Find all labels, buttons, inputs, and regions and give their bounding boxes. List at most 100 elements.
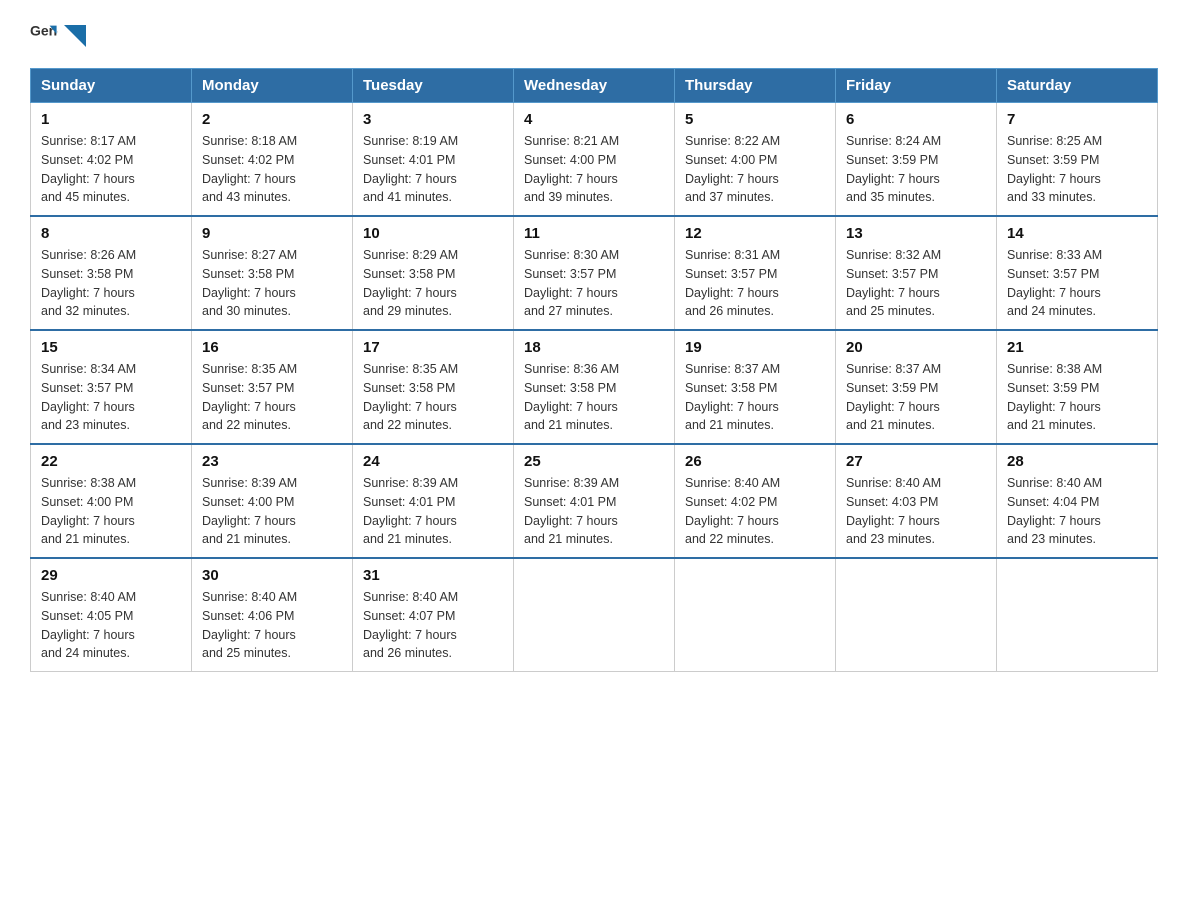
day-number: 14: [1007, 225, 1147, 242]
day-info: Sunrise: 8:22 AM Sunset: 4:00 PM Dayligh…: [685, 132, 825, 207]
col-thursday: Thursday: [675, 69, 836, 103]
calendar-cell: [836, 558, 997, 672]
day-info: Sunrise: 8:39 AM Sunset: 4:01 PM Dayligh…: [363, 474, 503, 549]
calendar-cell: 17 Sunrise: 8:35 AM Sunset: 3:58 PM Dayl…: [353, 330, 514, 444]
week-row-5: 29 Sunrise: 8:40 AM Sunset: 4:05 PM Dayl…: [31, 558, 1158, 672]
day-number: 4: [524, 111, 664, 128]
day-number: 7: [1007, 111, 1147, 128]
day-info: Sunrise: 8:38 AM Sunset: 3:59 PM Dayligh…: [1007, 360, 1147, 435]
day-number: 2: [202, 111, 342, 128]
day-number: 1: [41, 111, 181, 128]
week-row-1: 1 Sunrise: 8:17 AM Sunset: 4:02 PM Dayli…: [31, 103, 1158, 217]
calendar-cell: 16 Sunrise: 8:35 AM Sunset: 3:57 PM Dayl…: [192, 330, 353, 444]
logo-icon: General: [30, 20, 58, 48]
day-info: Sunrise: 8:26 AM Sunset: 3:58 PM Dayligh…: [41, 246, 181, 321]
col-saturday: Saturday: [997, 69, 1158, 103]
day-number: 23: [202, 453, 342, 470]
day-number: 10: [363, 225, 503, 242]
week-row-4: 22 Sunrise: 8:38 AM Sunset: 4:00 PM Dayl…: [31, 444, 1158, 558]
day-number: 18: [524, 339, 664, 356]
calendar-cell: [997, 558, 1158, 672]
logo-triangle: [64, 25, 86, 47]
calendar-cell: 1 Sunrise: 8:17 AM Sunset: 4:02 PM Dayli…: [31, 103, 192, 217]
day-info: Sunrise: 8:40 AM Sunset: 4:07 PM Dayligh…: [363, 588, 503, 663]
calendar-cell: 9 Sunrise: 8:27 AM Sunset: 3:58 PM Dayli…: [192, 216, 353, 330]
calendar-cell: 23 Sunrise: 8:39 AM Sunset: 4:00 PM Dayl…: [192, 444, 353, 558]
day-number: 16: [202, 339, 342, 356]
calendar-cell: 14 Sunrise: 8:33 AM Sunset: 3:57 PM Dayl…: [997, 216, 1158, 330]
calendar-table: Sunday Monday Tuesday Wednesday Thursday…: [30, 68, 1158, 672]
calendar-cell: 22 Sunrise: 8:38 AM Sunset: 4:00 PM Dayl…: [31, 444, 192, 558]
day-info: Sunrise: 8:34 AM Sunset: 3:57 PM Dayligh…: [41, 360, 181, 435]
day-info: Sunrise: 8:31 AM Sunset: 3:57 PM Dayligh…: [685, 246, 825, 321]
day-number: 30: [202, 567, 342, 584]
day-number: 13: [846, 225, 986, 242]
col-monday: Monday: [192, 69, 353, 103]
day-number: 21: [1007, 339, 1147, 356]
calendar-cell: 6 Sunrise: 8:24 AM Sunset: 3:59 PM Dayli…: [836, 103, 997, 217]
day-number: 29: [41, 567, 181, 584]
day-number: 8: [41, 225, 181, 242]
calendar-cell: 12 Sunrise: 8:31 AM Sunset: 3:57 PM Dayl…: [675, 216, 836, 330]
day-info: Sunrise: 8:35 AM Sunset: 3:58 PM Dayligh…: [363, 360, 503, 435]
day-number: 6: [846, 111, 986, 128]
day-info: Sunrise: 8:39 AM Sunset: 4:00 PM Dayligh…: [202, 474, 342, 549]
calendar-cell: 15 Sunrise: 8:34 AM Sunset: 3:57 PM Dayl…: [31, 330, 192, 444]
day-number: 11: [524, 225, 664, 242]
day-info: Sunrise: 8:40 AM Sunset: 4:05 PM Dayligh…: [41, 588, 181, 663]
day-number: 3: [363, 111, 503, 128]
day-info: Sunrise: 8:17 AM Sunset: 4:02 PM Dayligh…: [41, 132, 181, 207]
page-header: General: [30, 20, 1158, 48]
day-number: 20: [846, 339, 986, 356]
day-number: 26: [685, 453, 825, 470]
day-info: Sunrise: 8:38 AM Sunset: 4:00 PM Dayligh…: [41, 474, 181, 549]
day-number: 15: [41, 339, 181, 356]
calendar-cell: 30 Sunrise: 8:40 AM Sunset: 4:06 PM Dayl…: [192, 558, 353, 672]
day-number: 24: [363, 453, 503, 470]
day-info: Sunrise: 8:37 AM Sunset: 3:58 PM Dayligh…: [685, 360, 825, 435]
day-number: 25: [524, 453, 664, 470]
calendar-cell: 13 Sunrise: 8:32 AM Sunset: 3:57 PM Dayl…: [836, 216, 997, 330]
calendar-cell: 26 Sunrise: 8:40 AM Sunset: 4:02 PM Dayl…: [675, 444, 836, 558]
calendar-cell: 28 Sunrise: 8:40 AM Sunset: 4:04 PM Dayl…: [997, 444, 1158, 558]
calendar-cell: 5 Sunrise: 8:22 AM Sunset: 4:00 PM Dayli…: [675, 103, 836, 217]
calendar-cell: 2 Sunrise: 8:18 AM Sunset: 4:02 PM Dayli…: [192, 103, 353, 217]
day-info: Sunrise: 8:25 AM Sunset: 3:59 PM Dayligh…: [1007, 132, 1147, 207]
day-info: Sunrise: 8:37 AM Sunset: 3:59 PM Dayligh…: [846, 360, 986, 435]
week-row-2: 8 Sunrise: 8:26 AM Sunset: 3:58 PM Dayli…: [31, 216, 1158, 330]
week-row-3: 15 Sunrise: 8:34 AM Sunset: 3:57 PM Dayl…: [31, 330, 1158, 444]
logo: General: [30, 20, 88, 48]
calendar-cell: 27 Sunrise: 8:40 AM Sunset: 4:03 PM Dayl…: [836, 444, 997, 558]
calendar-cell: 29 Sunrise: 8:40 AM Sunset: 4:05 PM Dayl…: [31, 558, 192, 672]
calendar-cell: 20 Sunrise: 8:37 AM Sunset: 3:59 PM Dayl…: [836, 330, 997, 444]
day-info: Sunrise: 8:40 AM Sunset: 4:06 PM Dayligh…: [202, 588, 342, 663]
day-info: Sunrise: 8:27 AM Sunset: 3:58 PM Dayligh…: [202, 246, 342, 321]
calendar-cell: 24 Sunrise: 8:39 AM Sunset: 4:01 PM Dayl…: [353, 444, 514, 558]
day-number: 5: [685, 111, 825, 128]
calendar-cell: 7 Sunrise: 8:25 AM Sunset: 3:59 PM Dayli…: [997, 103, 1158, 217]
day-info: Sunrise: 8:39 AM Sunset: 4:01 PM Dayligh…: [524, 474, 664, 549]
day-number: 17: [363, 339, 503, 356]
calendar-cell: 21 Sunrise: 8:38 AM Sunset: 3:59 PM Dayl…: [997, 330, 1158, 444]
col-sunday: Sunday: [31, 69, 192, 103]
day-number: 31: [363, 567, 503, 584]
calendar-cell: 3 Sunrise: 8:19 AM Sunset: 4:01 PM Dayli…: [353, 103, 514, 217]
day-info: Sunrise: 8:36 AM Sunset: 3:58 PM Dayligh…: [524, 360, 664, 435]
day-number: 9: [202, 225, 342, 242]
day-info: Sunrise: 8:21 AM Sunset: 4:00 PM Dayligh…: [524, 132, 664, 207]
day-info: Sunrise: 8:40 AM Sunset: 4:03 PM Dayligh…: [846, 474, 986, 549]
day-info: Sunrise: 8:29 AM Sunset: 3:58 PM Dayligh…: [363, 246, 503, 321]
calendar-cell: 8 Sunrise: 8:26 AM Sunset: 3:58 PM Dayli…: [31, 216, 192, 330]
day-info: Sunrise: 8:35 AM Sunset: 3:57 PM Dayligh…: [202, 360, 342, 435]
calendar-cell: 18 Sunrise: 8:36 AM Sunset: 3:58 PM Dayl…: [514, 330, 675, 444]
day-info: Sunrise: 8:18 AM Sunset: 4:02 PM Dayligh…: [202, 132, 342, 207]
header-row: Sunday Monday Tuesday Wednesday Thursday…: [31, 69, 1158, 103]
calendar-cell: 31 Sunrise: 8:40 AM Sunset: 4:07 PM Dayl…: [353, 558, 514, 672]
col-wednesday: Wednesday: [514, 69, 675, 103]
day-number: 27: [846, 453, 986, 470]
day-number: 28: [1007, 453, 1147, 470]
calendar-cell: [675, 558, 836, 672]
day-info: Sunrise: 8:32 AM Sunset: 3:57 PM Dayligh…: [846, 246, 986, 321]
calendar-cell: 19 Sunrise: 8:37 AM Sunset: 3:58 PM Dayl…: [675, 330, 836, 444]
day-info: Sunrise: 8:40 AM Sunset: 4:04 PM Dayligh…: [1007, 474, 1147, 549]
